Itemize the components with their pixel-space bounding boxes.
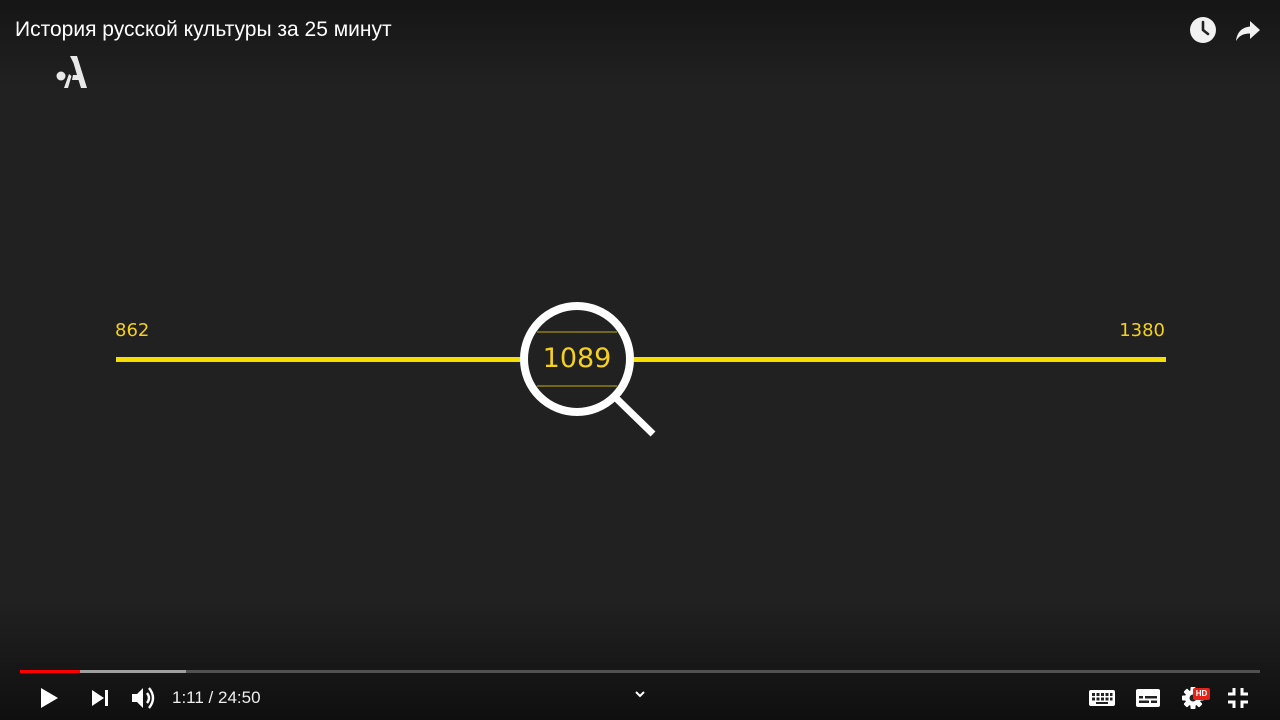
subtitles-icon	[1136, 689, 1160, 707]
timeline-end-year: 1380	[1119, 320, 1165, 341]
video-player[interactable]: История русской культуры за 25 минут 862…	[0, 0, 1280, 720]
chevron-down-icon	[635, 691, 645, 698]
clock-icon	[1190, 17, 1216, 43]
next-icon	[92, 690, 108, 706]
share-arrow-icon	[1236, 21, 1260, 41]
next-button[interactable]	[84, 682, 116, 714]
volume-button[interactable]	[128, 682, 160, 714]
watch-later-button[interactable]	[1187, 14, 1219, 46]
current-year: 1089	[542, 343, 612, 374]
exit-fullscreen-button[interactable]	[1222, 682, 1254, 714]
channel-logo	[52, 52, 92, 92]
progress-played	[20, 670, 80, 673]
timeline-start-year: 862	[115, 320, 150, 341]
play-button[interactable]	[33, 682, 65, 714]
volume-icon	[132, 687, 155, 709]
play-icon	[41, 688, 58, 708]
share-button[interactable]	[1232, 14, 1264, 46]
progress-bar[interactable]	[20, 670, 1260, 673]
keyboard-button[interactable]	[1086, 682, 1118, 714]
chevron-down-button[interactable]	[631, 686, 649, 704]
keyboard-icon	[1089, 690, 1115, 706]
subtitles-button[interactable]	[1132, 682, 1164, 714]
hd-badge: HD	[1193, 688, 1210, 700]
video-title[interactable]: История русской культуры за 25 минут	[15, 17, 392, 43]
time-display: 1:11 / 24:50	[172, 688, 261, 707]
logo-icon	[56, 56, 87, 88]
exit-fullscreen-icon	[1228, 688, 1248, 708]
top-gradient	[0, 0, 1280, 90]
